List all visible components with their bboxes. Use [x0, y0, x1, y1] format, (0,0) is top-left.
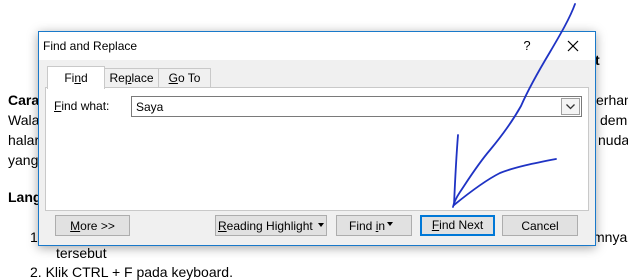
doc-subheading-cara: Cara — [8, 92, 40, 108]
label-post: ind what: — [61, 99, 110, 113]
find-what-input[interactable] — [132, 97, 561, 116]
dialog-title: Find and Replace — [43, 39, 138, 53]
dialog-titlebar[interactable]: Find and Replace ? — [39, 32, 595, 60]
btn-label: Cancel — [521, 219, 559, 233]
find-tab-panel: Find what: — [45, 87, 589, 211]
btn-label-post: n — [378, 219, 386, 233]
tab-label-accel: p — [124, 71, 132, 85]
btn-label-accel: R — [218, 219, 227, 233]
btn-label-accel: M — [70, 219, 81, 233]
dropdown-arrow-icon — [387, 222, 393, 226]
find-history-dropdown-button[interactable] — [561, 98, 580, 115]
doc-subheading-lang: Lang — [8, 189, 42, 205]
doc-text-fragment: nudah — [598, 132, 628, 148]
btn-label-post: eading Highlight — [226, 219, 313, 233]
tab-label-post: d — [81, 71, 88, 85]
chevron-down-icon — [566, 104, 575, 110]
find-what-label: Find what: — [54, 99, 109, 113]
find-in-button[interactable]: Find in — [336, 215, 412, 236]
doc-text-fragment: tersebut — [56, 245, 107, 261]
doc-list-step-2: 2. Klik CTRL + F pada keyboard. — [30, 264, 233, 280]
find-replace-dialog: Find and Replace ? Find Replace Go To Fi… — [38, 31, 596, 246]
close-icon — [567, 40, 579, 52]
doc-text-fragment: erhana — [596, 92, 628, 108]
reading-highlight-button[interactable]: Reading Highlight — [215, 215, 327, 236]
tab-replace[interactable]: Replace — [103, 68, 160, 88]
more-button[interactable]: More >> — [55, 215, 130, 236]
tab-label-pre: Re — [109, 71, 125, 85]
help-button[interactable]: ? — [517, 36, 537, 56]
btn-label-pre: Find — [349, 219, 376, 233]
doc-text-fragment: Wala — [8, 112, 40, 128]
doc-list-number: 1 — [30, 229, 38, 245]
doc-text-fragment: dem — [600, 112, 628, 128]
find-what-combobox[interactable] — [131, 96, 582, 117]
btn-label-post: ore >> — [80, 219, 115, 233]
tab-label-accel: G — [168, 71, 178, 85]
find-next-button[interactable]: Find Next — [420, 215, 495, 236]
btn-label-post: ind Next — [439, 218, 484, 232]
tab-label-post: lace — [131, 71, 154, 85]
doc-text-fragment: halar — [8, 132, 40, 148]
doc-text-fragment: mnya — [593, 229, 628, 245]
dropdown-arrow-icon — [318, 223, 324, 227]
tab-label-pre: Fi — [64, 71, 75, 85]
tab-label-post: o To — [177, 71, 201, 85]
tab-go-to[interactable]: Go To — [158, 68, 211, 88]
close-button[interactable] — [551, 32, 595, 60]
tab-find[interactable]: Find — [47, 66, 105, 89]
cancel-button[interactable]: Cancel — [502, 215, 578, 236]
tab-label-accel: n — [74, 71, 81, 85]
doc-text-fragment: yang — [8, 152, 39, 168]
